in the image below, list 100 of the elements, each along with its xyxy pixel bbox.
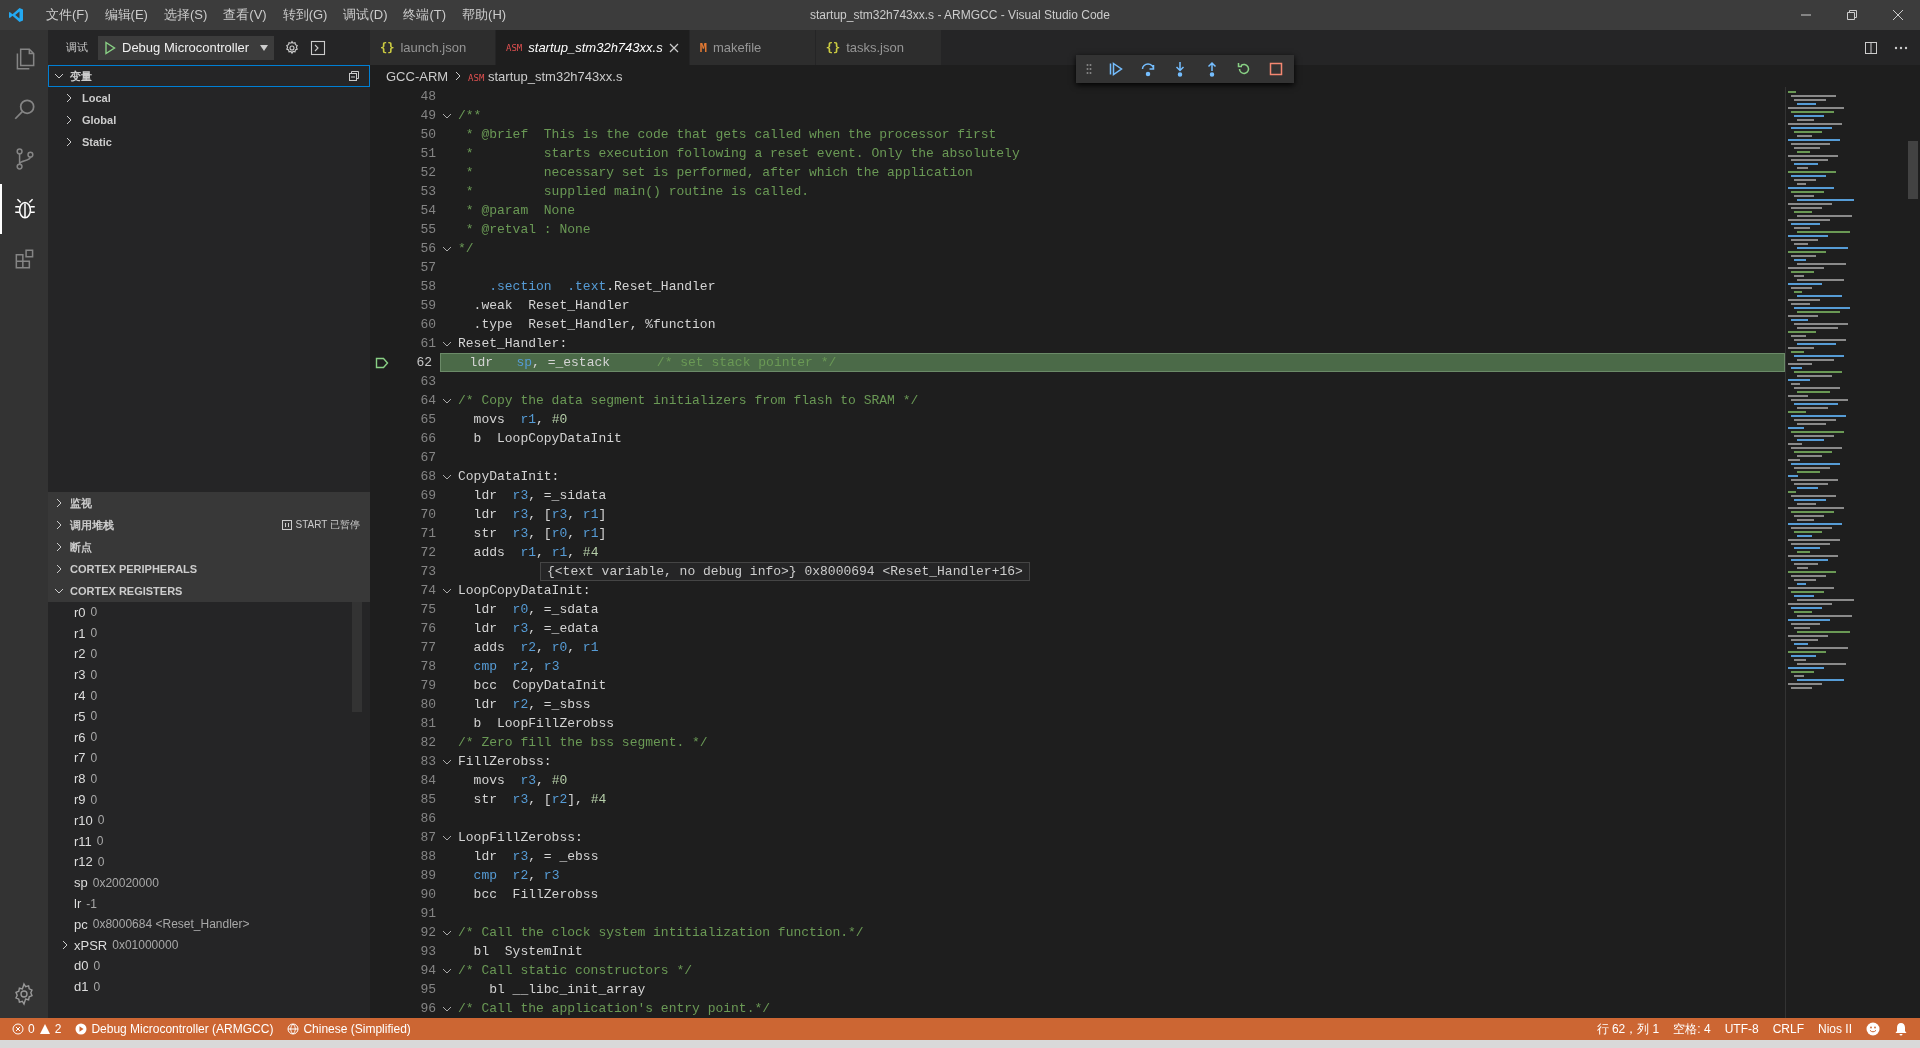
line-number: 57 <box>419 260 436 275</box>
fold-chevron-icon[interactable] <box>442 833 452 842</box>
editor-tab[interactable]: M makefile <box>689 30 816 65</box>
editor-tab[interactable]: {} tasks.json <box>815 30 942 65</box>
register-row[interactable]: r7 0 <box>48 747 370 769</box>
editor-tab[interactable]: {} launch.json <box>370 30 496 65</box>
fold-chevron-icon[interactable] <box>442 586 452 595</box>
settings-icon[interactable] <box>12 982 36 1006</box>
line-number: 64 <box>419 393 436 408</box>
menu-item[interactable]: 查看(V) <box>215 6 275 24</box>
settings-icon[interactable] <box>284 39 300 56</box>
fold-chevron-icon[interactable] <box>442 111 452 120</box>
status-item[interactable]: 空格: 4 <box>1673 1020 1711 1038</box>
register-row[interactable]: r10 0 <box>48 809 370 831</box>
menu-item[interactable]: 编辑(E) <box>96 6 156 24</box>
section-header[interactable]: 变量 <box>48 65 370 87</box>
menu-item[interactable]: 终端(T) <box>395 6 455 24</box>
register-row[interactable]: pc 0x8000684 <Reset_Handler> <box>48 913 370 935</box>
register-row[interactable]: lr -1 <box>48 893 370 914</box>
breadcrumb-item[interactable]: ASM startup_stm32h743xx.s <box>468 68 623 84</box>
section-header[interactable]: 监视 <box>48 492 370 514</box>
start-icon[interactable] <box>104 40 116 55</box>
code-line: bl SystemInit <box>472 944 583 959</box>
line-number: 96 <box>419 1001 436 1016</box>
section-header[interactable]: CORTEX PERIPHERALS <box>48 558 370 580</box>
status-item[interactable]: Nios II <box>1818 1022 1852 1036</box>
chevron-icon <box>54 71 64 81</box>
scrollbar-thumb[interactable] <box>1908 141 1918 199</box>
line-number: 95 <box>419 982 436 997</box>
menu-item[interactable]: 调试(D) <box>335 6 396 24</box>
terminal-icon[interactable] <box>310 39 326 56</box>
fold-chevron-icon[interactable] <box>442 928 452 937</box>
line-number: 55 <box>419 222 436 237</box>
close-icon[interactable] <box>1892 9 1904 21</box>
line-number: 54 <box>419 203 436 218</box>
menu-item[interactable]: 文件(F) <box>38 6 97 24</box>
drag-handle-icon[interactable] <box>1086 63 1092 75</box>
debug-session-item[interactable]: Debug Microcontroller (ARMGCC) <box>75 1022 274 1036</box>
fold-chevron-icon[interactable] <box>442 472 452 481</box>
section-header[interactable]: 调用堆栈 START 已暂停 <box>48 514 370 536</box>
line-number: 70 <box>419 507 436 522</box>
register-row[interactable]: r11 0 <box>48 830 370 852</box>
register-row[interactable]: r3 0 <box>48 664 370 686</box>
status-item[interactable]: UTF-8 <box>1724 1022 1759 1036</box>
language-item[interactable]: Chinese (Simplified) <box>287 1022 411 1036</box>
status-item[interactable]: CRLF <box>1772 1022 1804 1036</box>
menu-item[interactable]: 选择(S) <box>155 6 216 24</box>
variable-scope[interactable]: Local <box>48 87 370 109</box>
line-number: 48 <box>419 89 436 104</box>
code-line: str r3, [r0, r1] <box>472 526 607 541</box>
code-line: * @param None <box>464 203 576 218</box>
menu-item[interactable]: 转到(G) <box>274 6 336 24</box>
register-row[interactable]: r5 0 <box>48 706 370 727</box>
bell-icon[interactable] <box>1894 1022 1908 1036</box>
close-icon[interactable] <box>668 42 679 53</box>
problems-indicator[interactable]: 0 2 <box>12 1022 62 1036</box>
restore-icon[interactable] <box>1846 9 1858 21</box>
continue-icon[interactable] <box>1108 61 1124 77</box>
register-row[interactable]: sp 0x20020000 <box>48 872 370 894</box>
breadcrumb-item[interactable]: GCC-ARM <box>386 68 449 84</box>
more-icon[interactable] <box>1894 45 1908 50</box>
restart-icon[interactable] <box>1236 61 1252 77</box>
register-row[interactable]: r8 0 <box>48 768 370 790</box>
fold-chevron-icon[interactable] <box>442 1004 452 1013</box>
chevron-icon[interactable] <box>60 940 70 951</box>
fold-chevron-icon[interactable] <box>442 757 452 766</box>
register-row[interactable]: r0 0 <box>48 602 370 623</box>
register-row[interactable]: d0 0 <box>48 955 370 977</box>
fold-chevron-icon[interactable] <box>442 244 452 253</box>
fold-chevron-icon[interactable] <box>442 339 452 348</box>
variable-scope[interactable]: Global <box>48 109 370 131</box>
section-header[interactable]: 断点 <box>48 536 370 558</box>
section-header[interactable]: CORTEX REGISTERS <box>48 580 370 602</box>
variable-scope[interactable]: Static <box>48 131 370 153</box>
smiley-icon[interactable] <box>1866 1022 1880 1036</box>
editor-tab[interactable]: ASM startup_stm32h743xx.s <box>496 30 690 65</box>
error-icon <box>12 1023 24 1035</box>
stop-icon[interactable] <box>1268 61 1284 77</box>
status-item[interactable]: 行 62，列 1 <box>1596 1020 1660 1038</box>
register-row[interactable]: r12 0 <box>48 851 370 873</box>
register-row[interactable]: d1 0 <box>48 976 370 998</box>
menu-item[interactable]: 帮助(H) <box>454 6 515 24</box>
register-row[interactable]: r4 0 <box>48 685 370 706</box>
line-number: 85 <box>419 792 436 807</box>
collapse-all-icon[interactable] <box>348 70 360 82</box>
register-row[interactable]: xPSR 0x01000000 <box>48 934 370 956</box>
chevron-icon <box>54 542 64 552</box>
register-row[interactable]: r2 0 <box>48 643 370 665</box>
register-row[interactable]: r1 0 <box>48 622 370 644</box>
code-line: LoopCopyDataInit: <box>458 583 591 598</box>
register-row[interactable]: r6 0 <box>48 726 370 748</box>
code-line: ldr r0, =_sdata <box>472 602 599 617</box>
step-over-icon[interactable] <box>1140 61 1156 77</box>
register-row[interactable]: r9 0 <box>48 789 370 810</box>
fold-chevron-icon[interactable] <box>442 966 452 975</box>
line-number: 61 <box>419 336 436 351</box>
configuration-dropdown[interactable]: Debug Microcontroller <box>98 35 274 60</box>
pause-icon <box>281 520 292 530</box>
split-editor-icon[interactable] <box>1864 40 1878 55</box>
fold-chevron-icon[interactable] <box>442 396 452 405</box>
